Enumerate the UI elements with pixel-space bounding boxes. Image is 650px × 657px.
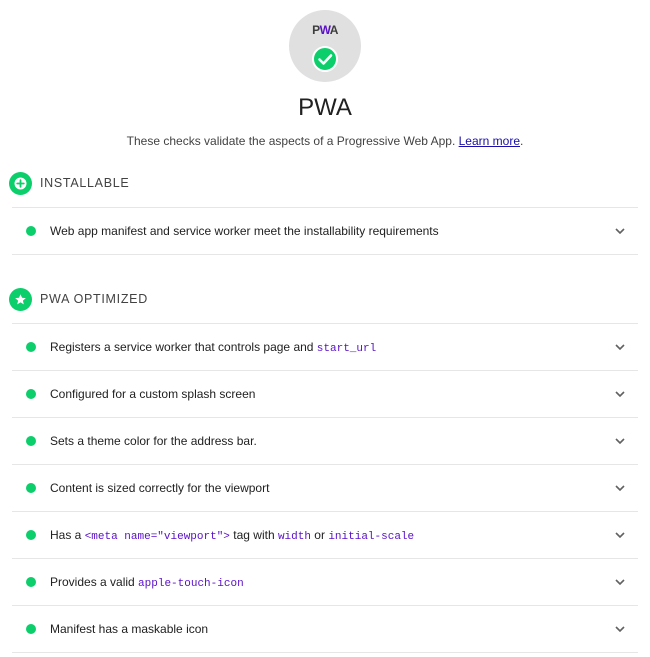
pass-indicator: [26, 389, 36, 399]
code-meta-viewport: <meta name="viewport">: [84, 530, 230, 543]
audit-list-installable: Web app manifest and service worker meet…: [12, 207, 638, 255]
audit-service-worker[interactable]: Registers a service worker that controls…: [12, 323, 638, 370]
group-header-installable: INSTALLABLE: [9, 171, 129, 195]
audit-title: Content is sized correctly for the viewp…: [50, 481, 270, 495]
learn-more-link[interactable]: Learn more: [459, 134, 520, 148]
chevron-down-icon[interactable]: [614, 435, 626, 447]
group-title-pwa-optimized: PWA OPTIMIZED: [40, 292, 148, 306]
pwa-logo: PWA: [312, 23, 338, 37]
plus-icon: [9, 171, 32, 195]
pass-indicator: [26, 530, 36, 540]
pass-indicator: [26, 436, 36, 446]
audit-title: Has a <meta name="viewport"> tag with wi…: [50, 527, 415, 543]
audit-title: Provides a valid apple-touch-icon: [50, 574, 244, 590]
pass-indicator: [26, 226, 36, 236]
star-icon: [9, 287, 32, 311]
audit-apple-touch-icon[interactable]: Provides a valid apple-touch-icon: [12, 558, 638, 605]
chevron-down-icon[interactable]: [614, 576, 626, 588]
audit-title: Registers a service worker that controls…: [50, 339, 377, 355]
chevron-down-icon[interactable]: [614, 225, 626, 237]
category-title: PWA: [298, 94, 352, 121]
audit-splash-screen[interactable]: Configured for a custom splash screen: [12, 370, 638, 417]
pass-indicator: [26, 342, 36, 352]
audit-maskable-icon[interactable]: Manifest has a maskable icon: [12, 605, 638, 653]
chevron-down-icon[interactable]: [614, 388, 626, 400]
code-initial-scale: initial-scale: [328, 530, 415, 543]
audit-title: Sets a theme color for the address bar.: [50, 434, 257, 448]
group-header-pwa-optimized: PWA OPTIMIZED: [9, 287, 148, 311]
group-title-installable: INSTALLABLE: [40, 176, 130, 190]
audit-content-width[interactable]: Content is sized correctly for the viewp…: [12, 464, 638, 511]
category-description: These checks validate the aspects of a P…: [126, 134, 524, 148]
audit-title: Configured for a custom splash screen: [50, 387, 256, 401]
code-start-url: start_url: [316, 342, 377, 355]
pass-indicator: [26, 577, 36, 587]
chevron-down-icon[interactable]: [614, 341, 626, 353]
chevron-down-icon[interactable]: [614, 623, 626, 635]
pass-indicator: [26, 483, 36, 493]
code-width: width: [277, 530, 311, 543]
audit-viewport[interactable]: Has a <meta name="viewport"> tag with wi…: [12, 511, 638, 558]
audit-installable-manifest[interactable]: Web app manifest and service worker meet…: [12, 207, 638, 255]
audit-title: Web app manifest and service worker meet…: [50, 224, 439, 238]
pwa-badge-gauge: PWA: [289, 10, 361, 82]
chevron-down-icon[interactable]: [614, 482, 626, 494]
audit-themed-omnibox[interactable]: Sets a theme color for the address bar.: [12, 417, 638, 464]
chevron-down-icon[interactable]: [614, 529, 626, 541]
check-icon: [312, 46, 338, 72]
pass-indicator: [26, 624, 36, 634]
audit-list-pwa-optimized: Registers a service worker that controls…: [12, 323, 638, 653]
code-apple-touch-icon: apple-touch-icon: [138, 577, 244, 590]
pwa-category: PWA PWA These checks validate the aspect…: [0, 0, 650, 657]
audit-title: Manifest has a maskable icon: [50, 622, 209, 636]
